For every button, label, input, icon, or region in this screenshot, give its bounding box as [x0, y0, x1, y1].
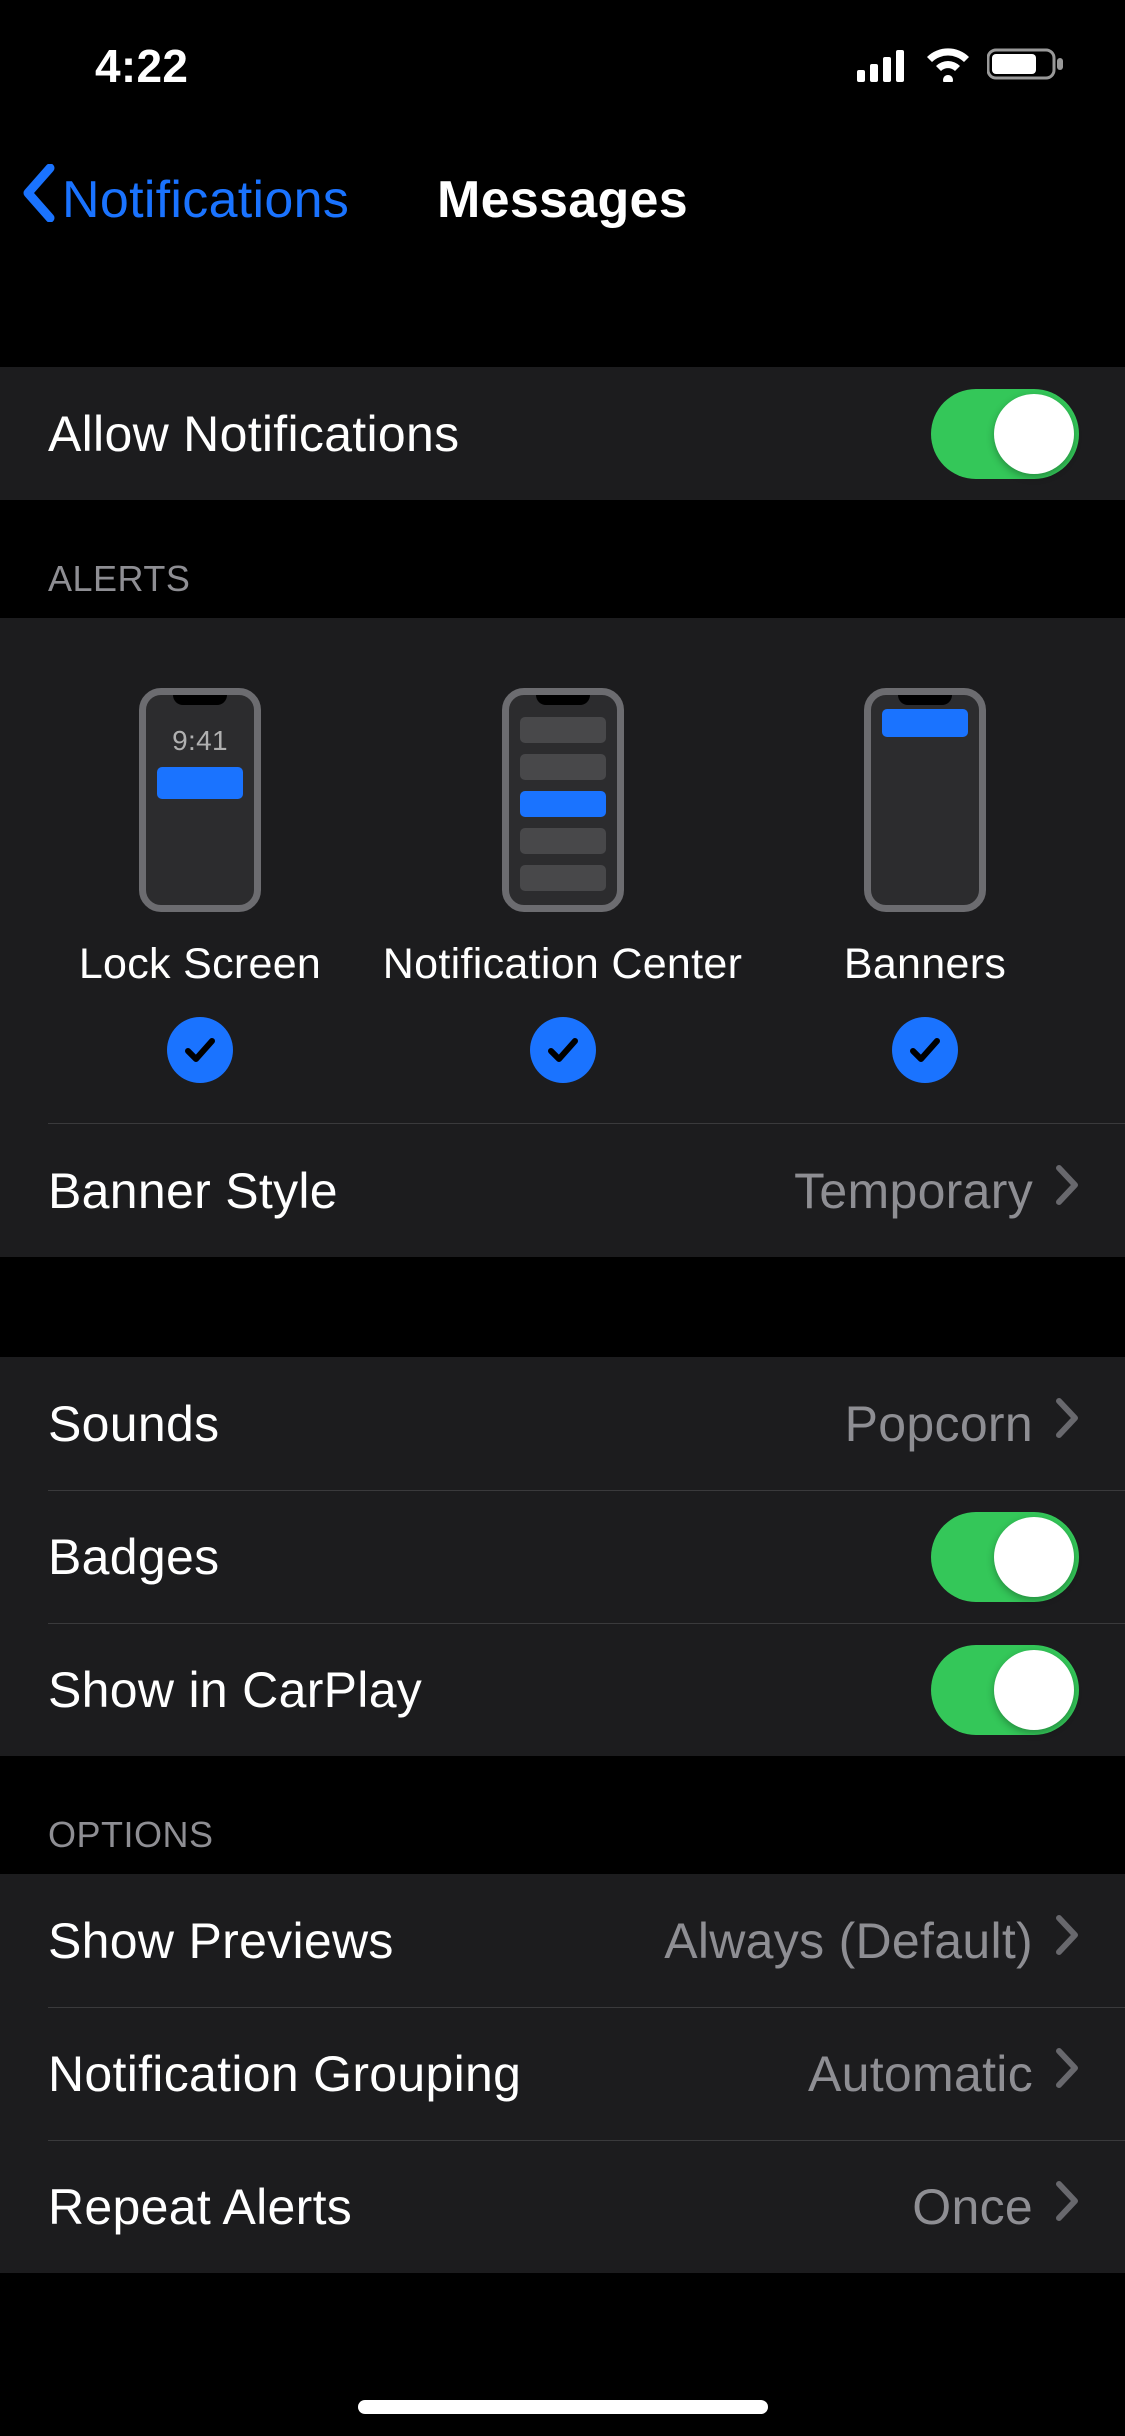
allow-notifications-label: Allow Notifications	[48, 405, 931, 463]
show-previews-label: Show Previews	[48, 1912, 664, 1970]
allow-notifications-toggle[interactable]	[931, 389, 1079, 479]
carplay-row: Show in CarPlay	[0, 1623, 1125, 1756]
status-bar: 4:22	[0, 0, 1125, 132]
lock-screen-checkmark[interactable]	[167, 1017, 233, 1083]
chevron-right-icon	[1055, 1396, 1079, 1451]
show-previews-value: Always (Default)	[664, 1912, 1033, 1970]
chevron-left-icon	[20, 164, 56, 235]
options-header: OPTIONS	[0, 1756, 1125, 1874]
options-group: Show Previews Always (Default) Notificat…	[0, 1874, 1125, 2273]
chevron-right-icon	[1055, 1913, 1079, 1968]
chevron-right-icon	[1055, 2046, 1079, 2101]
check-icon	[905, 1030, 945, 1070]
cellular-icon	[857, 39, 909, 94]
lock-screen-label: Lock Screen	[79, 940, 321, 989]
alert-option-notification-center[interactable]: Notification Center	[413, 688, 713, 1083]
badges-toggle[interactable]	[931, 1512, 1079, 1602]
alert-option-banners[interactable]: Banners	[775, 688, 1075, 1083]
alerts-options-row: 9:41 Lock Screen Notification Center	[0, 618, 1125, 1123]
repeat-alerts-label: Repeat Alerts	[48, 2178, 912, 2236]
back-button[interactable]: Notifications	[20, 164, 349, 235]
toggle-knob	[994, 1650, 1074, 1730]
alert-option-lock-screen[interactable]: 9:41 Lock Screen	[50, 688, 350, 1083]
notification-center-preview-icon	[502, 688, 624, 912]
sounds-value: Popcorn	[845, 1395, 1033, 1453]
notification-grouping-label: Notification Grouping	[48, 2045, 808, 2103]
status-icons	[857, 39, 1065, 94]
check-icon	[543, 1030, 583, 1070]
carplay-toggle[interactable]	[931, 1645, 1079, 1735]
status-time: 4:22	[95, 39, 188, 93]
back-label: Notifications	[62, 170, 349, 230]
carplay-label: Show in CarPlay	[48, 1661, 931, 1719]
badges-label: Badges	[48, 1528, 931, 1586]
lock-screen-clock: 9:41	[146, 725, 254, 757]
sounds-label: Sounds	[48, 1395, 845, 1453]
alerts-group: 9:41 Lock Screen Notification Center	[0, 618, 1125, 1257]
home-indicator[interactable]	[358, 2400, 768, 2414]
navigation-bar: Notifications Messages	[0, 132, 1125, 267]
check-icon	[180, 1030, 220, 1070]
repeat-alerts-row[interactable]: Repeat Alerts Once	[0, 2140, 1125, 2273]
show-previews-row[interactable]: Show Previews Always (Default)	[0, 1874, 1125, 2007]
banners-checkmark[interactable]	[892, 1017, 958, 1083]
alerts-header: ALERTS	[0, 500, 1125, 618]
chevron-right-icon	[1055, 2179, 1079, 2234]
allow-group: Allow Notifications	[0, 367, 1125, 500]
notification-center-label: Notification Center	[383, 940, 742, 989]
notification-grouping-row[interactable]: Notification Grouping Automatic	[0, 2007, 1125, 2140]
notification-grouping-value: Automatic	[808, 2045, 1033, 2103]
sound-group: Sounds Popcorn Badges Show in CarPlay	[0, 1357, 1125, 1756]
lock-screen-preview-icon: 9:41	[139, 688, 261, 912]
banners-label: Banners	[844, 940, 1006, 989]
sounds-row[interactable]: Sounds Popcorn	[0, 1357, 1125, 1490]
toggle-knob	[994, 394, 1074, 474]
chevron-right-icon	[1055, 1163, 1079, 1218]
repeat-alerts-value: Once	[912, 2178, 1033, 2236]
toggle-knob	[994, 1517, 1074, 1597]
banner-style-label: Banner Style	[48, 1162, 794, 1220]
battery-icon	[987, 39, 1065, 94]
badges-row: Badges	[0, 1490, 1125, 1623]
banners-preview-icon	[864, 688, 986, 912]
notification-center-checkmark[interactable]	[530, 1017, 596, 1083]
banner-style-row[interactable]: Banner Style Temporary	[0, 1124, 1125, 1257]
banner-style-value: Temporary	[794, 1162, 1033, 1220]
wifi-icon	[923, 39, 973, 94]
allow-notifications-row: Allow Notifications	[0, 367, 1125, 500]
